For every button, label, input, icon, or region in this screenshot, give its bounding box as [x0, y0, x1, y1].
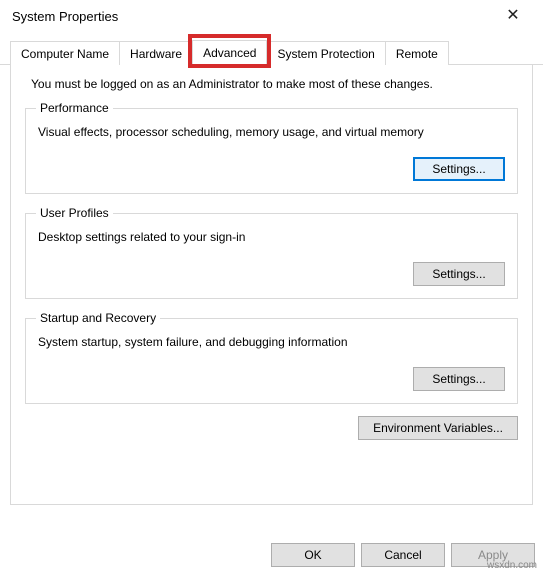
tab-strip: Computer Name Hardware Advanced System P… — [0, 38, 543, 65]
settings-button-startup-recovery[interactable]: Settings... — [413, 367, 505, 391]
tab-remote[interactable]: Remote — [385, 41, 449, 65]
title-bar: System Properties ✕ — [0, 0, 543, 30]
desc-startup-recovery: System startup, system failure, and debu… — [38, 335, 505, 349]
tab-hardware[interactable]: Hardware — [119, 41, 193, 65]
admin-notice: You must be logged on as an Administrato… — [31, 77, 518, 91]
group-performance: Performance Visual effects, processor sc… — [25, 101, 518, 194]
close-icon[interactable]: ✕ — [493, 4, 533, 28]
group-startup-recovery: Startup and Recovery System startup, sys… — [25, 311, 518, 404]
legend-startup-recovery: Startup and Recovery — [36, 311, 160, 325]
desc-user-profiles: Desktop settings related to your sign-in — [38, 230, 505, 244]
environment-variables-button[interactable]: Environment Variables... — [358, 416, 518, 440]
dialog-footer: OK Cancel Apply — [8, 535, 535, 567]
window-title: System Properties — [12, 9, 118, 24]
legend-performance: Performance — [36, 101, 113, 115]
group-user-profiles: User Profiles Desktop settings related t… — [25, 206, 518, 299]
legend-user-profiles: User Profiles — [36, 206, 113, 220]
tab-computer-name[interactable]: Computer Name — [10, 41, 120, 65]
apply-button[interactable]: Apply — [451, 543, 535, 567]
settings-button-performance[interactable]: Settings... — [413, 157, 505, 181]
tab-panel-advanced: You must be logged on as an Administrato… — [10, 65, 533, 505]
tab-system-protection[interactable]: System Protection — [266, 41, 385, 65]
tab-advanced[interactable]: Advanced — [192, 40, 267, 65]
ok-button[interactable]: OK — [271, 543, 355, 567]
cancel-button[interactable]: Cancel — [361, 543, 445, 567]
settings-button-user-profiles[interactable]: Settings... — [413, 262, 505, 286]
desc-performance: Visual effects, processor scheduling, me… — [38, 125, 505, 139]
